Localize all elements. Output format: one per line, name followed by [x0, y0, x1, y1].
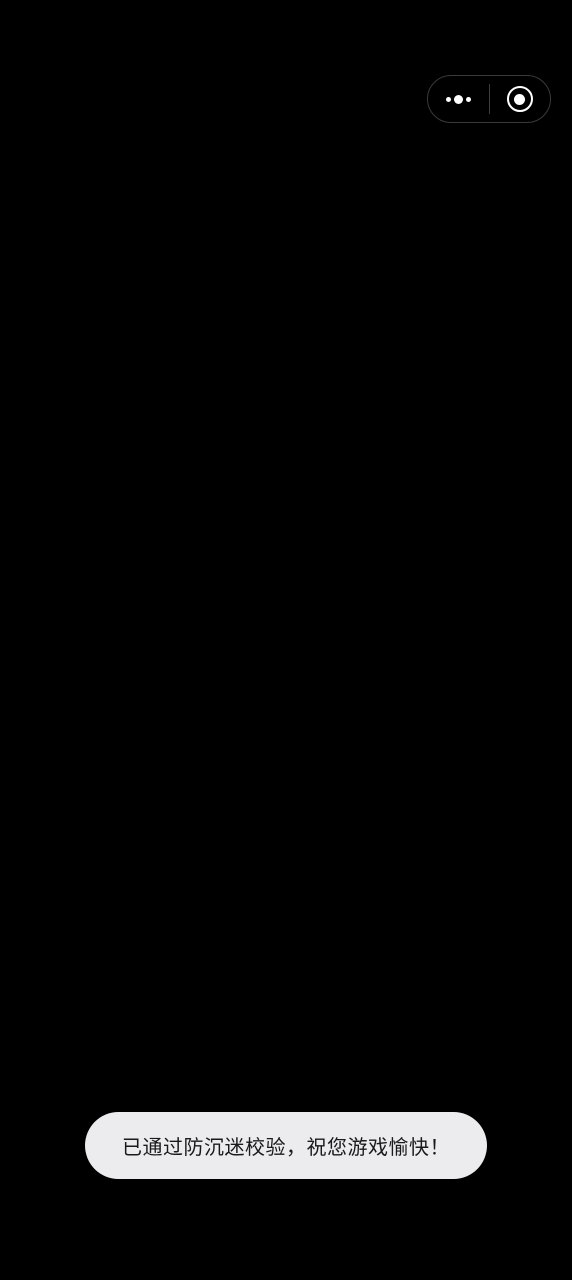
- more-button[interactable]: [428, 76, 489, 122]
- toast-text: 已通过防沉迷校验，祝您游戏愉快！: [122, 1135, 450, 1159]
- game-screen[interactable]: 已通过防沉迷校验，祝您游戏愉快！: [0, 0, 572, 1280]
- target-close-icon: [506, 86, 533, 112]
- dot-icon: [453, 94, 463, 104]
- close-button[interactable]: [489, 76, 550, 122]
- toast-message: 已通过防沉迷校验，祝您游戏愉快！: [85, 1112, 487, 1179]
- mini-program-capsule: [427, 75, 551, 123]
- dot-icon: [445, 96, 451, 102]
- more-dots-icon: [445, 94, 471, 104]
- dot-icon: [465, 96, 471, 102]
